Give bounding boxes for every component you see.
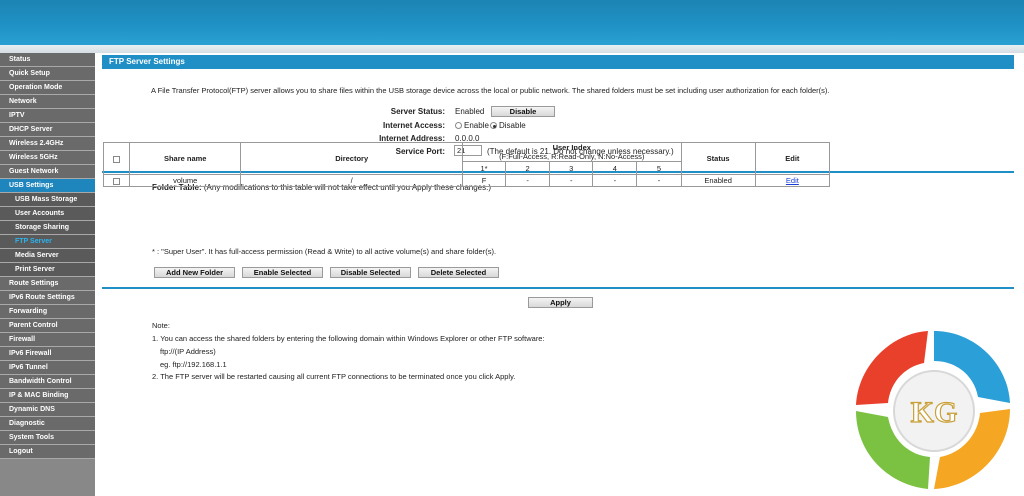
- radio-icon: [455, 122, 462, 129]
- edit-link[interactable]: Edit: [786, 176, 799, 185]
- share-name-cell: volume: [129, 174, 242, 187]
- sidebar-item-operation-mode[interactable]: Operation Mode: [0, 81, 95, 95]
- sidebar-item-wireless-5ghz[interactable]: Wireless 5GHz: [0, 151, 95, 165]
- sidebar-item-bandwidth-control[interactable]: Bandwidth Control: [0, 375, 95, 389]
- sidebar-item-user-accounts[interactable]: User Accounts: [0, 207, 95, 221]
- directory-header: Directory: [240, 142, 463, 175]
- add-new-folder-button[interactable]: Add New Folder: [154, 267, 235, 278]
- user-permission-cell: -: [549, 174, 594, 187]
- sidebar-item-iptv[interactable]: IPTV: [0, 109, 95, 123]
- apply-button[interactable]: Apply: [528, 297, 593, 308]
- sidebar-item-dynamic-dns[interactable]: Dynamic DNS: [0, 403, 95, 417]
- sidebar-item-logout[interactable]: Logout: [0, 445, 95, 459]
- sidebar-item-usb-mass-storage[interactable]: USB Mass Storage: [0, 193, 95, 207]
- top-banner: [0, 0, 1024, 45]
- sidebar-item-wireless-2-4ghz[interactable]: Wireless 2.4GHz: [0, 137, 95, 151]
- internet-access-label: Internet Access:: [383, 121, 445, 130]
- user-permission-cell: F: [461, 174, 507, 187]
- sidebar-item-storage-sharing[interactable]: Storage Sharing: [0, 221, 95, 235]
- edit-header: Edit: [754, 142, 831, 175]
- row-edit-cell: Edit: [754, 174, 831, 187]
- user-permission-cell: -: [592, 174, 638, 187]
- row-status-cell: Enabled: [680, 174, 756, 187]
- sidebar-item-media-server[interactable]: Media Server: [0, 249, 95, 263]
- user-index-legend: (F:Full-Access, R:Read-Only, N:No-Access…: [499, 152, 645, 161]
- disable-server-button[interactable]: Disable: [491, 106, 555, 117]
- note-line-1b: eg. ftp://192.168.1.1: [160, 360, 227, 369]
- user-index-title: User Index: [552, 143, 591, 152]
- page-title: FTP Server Settings: [102, 55, 1014, 69]
- sidebar-item-ipv6-tunnel[interactable]: IPv6 Tunnel: [0, 361, 95, 375]
- watermark-text: KG: [911, 396, 958, 429]
- delete-selected-button[interactable]: Delete Selected: [418, 267, 499, 278]
- radio-checked-icon: [490, 122, 497, 129]
- super-user-footnote: * : "Super User". It has full-access per…: [152, 247, 497, 256]
- sidebar-item-parent-control[interactable]: Parent Control: [0, 319, 95, 333]
- user-column-header: 4: [592, 161, 638, 175]
- table-row: volume / F - - - - Enabled Edit: [102, 174, 831, 187]
- server-status-label: Server Status:: [390, 107, 445, 116]
- sidebar-item-ipv6-firewall[interactable]: IPv6 Firewall: [0, 347, 95, 361]
- user-column-header: 2: [505, 161, 551, 175]
- sidebar-item-guest-network[interactable]: Guest Network: [0, 165, 95, 179]
- sidebar-item-ipv6-route-settings[interactable]: IPv6 Route Settings: [0, 291, 95, 305]
- intro-text: A File Transfer Protocol(FTP) server all…: [151, 86, 830, 95]
- user-permission-cell: -: [636, 174, 682, 187]
- disable-option-label: Disable: [499, 121, 526, 130]
- select-all-cell: [102, 142, 131, 175]
- sidebar-item-ip-mac-binding[interactable]: IP & MAC Binding: [0, 389, 95, 403]
- sidebar-item-route-settings[interactable]: Route Settings: [0, 277, 95, 291]
- note-title: Note:: [152, 321, 170, 330]
- row-select-cell: [102, 174, 131, 187]
- user-index-header: User Index (F:Full-Access, R:Read-Only, …: [461, 142, 682, 162]
- banner-divider: [0, 45, 1024, 53]
- sidebar-item-dhcp-server[interactable]: DHCP Server: [0, 123, 95, 137]
- server-status-value: Enabled: [455, 107, 485, 116]
- directory-cell: /: [240, 174, 463, 187]
- sidebar-item-network[interactable]: Network: [0, 95, 95, 109]
- sidebar-item-ftp-server[interactable]: FTP Server: [0, 235, 95, 249]
- folder-table: Share name Directory User Index (F:Full-…: [102, 142, 831, 187]
- disable-selected-button[interactable]: Disable Selected: [330, 267, 411, 278]
- kg-logo-watermark: KG: [856, 331, 1010, 489]
- note-line-1: 1. You can access the shared folders by …: [152, 334, 545, 343]
- user-column-header: 5: [636, 161, 682, 175]
- sidebar-item-diagnostic[interactable]: Diagnostic: [0, 417, 95, 431]
- status-header: Status: [680, 142, 756, 175]
- internet-access-disable-radio[interactable]: Disable: [490, 121, 526, 130]
- user-permission-cell: -: [505, 174, 551, 187]
- enable-selected-button[interactable]: Enable Selected: [242, 267, 323, 278]
- select-all-checkbox[interactable]: [113, 155, 121, 163]
- internet-access-enable-radio[interactable]: Enable: [455, 121, 489, 130]
- sidebar-item-quick-setup[interactable]: Quick Setup: [0, 67, 95, 81]
- user-column-header: 1*: [461, 161, 507, 175]
- sidebar-item-status[interactable]: Status: [0, 53, 95, 67]
- note-line-2: 2. The FTP server will be restarted caus…: [152, 372, 516, 381]
- section-divider: [102, 287, 1014, 289]
- sidebar-item-firewall[interactable]: Firewall: [0, 333, 95, 347]
- sidebar-item-usb-settings[interactable]: USB Settings: [0, 179, 95, 193]
- sidebar-item-print-server[interactable]: Print Server: [0, 263, 95, 277]
- sidebar-item-forwarding[interactable]: Forwarding: [0, 305, 95, 319]
- share-name-header: Share name: [129, 142, 242, 175]
- row-checkbox[interactable]: [113, 177, 121, 185]
- user-column-header: 3: [549, 161, 594, 175]
- sidebar-menu: Status Quick Setup Operation Mode Network IP…: [0, 53, 95, 496]
- note-line-1a: ftp://(IP Address): [160, 347, 216, 356]
- sidebar-item-system-tools[interactable]: System Tools: [0, 431, 95, 445]
- enable-option-label: Enable: [464, 121, 489, 130]
